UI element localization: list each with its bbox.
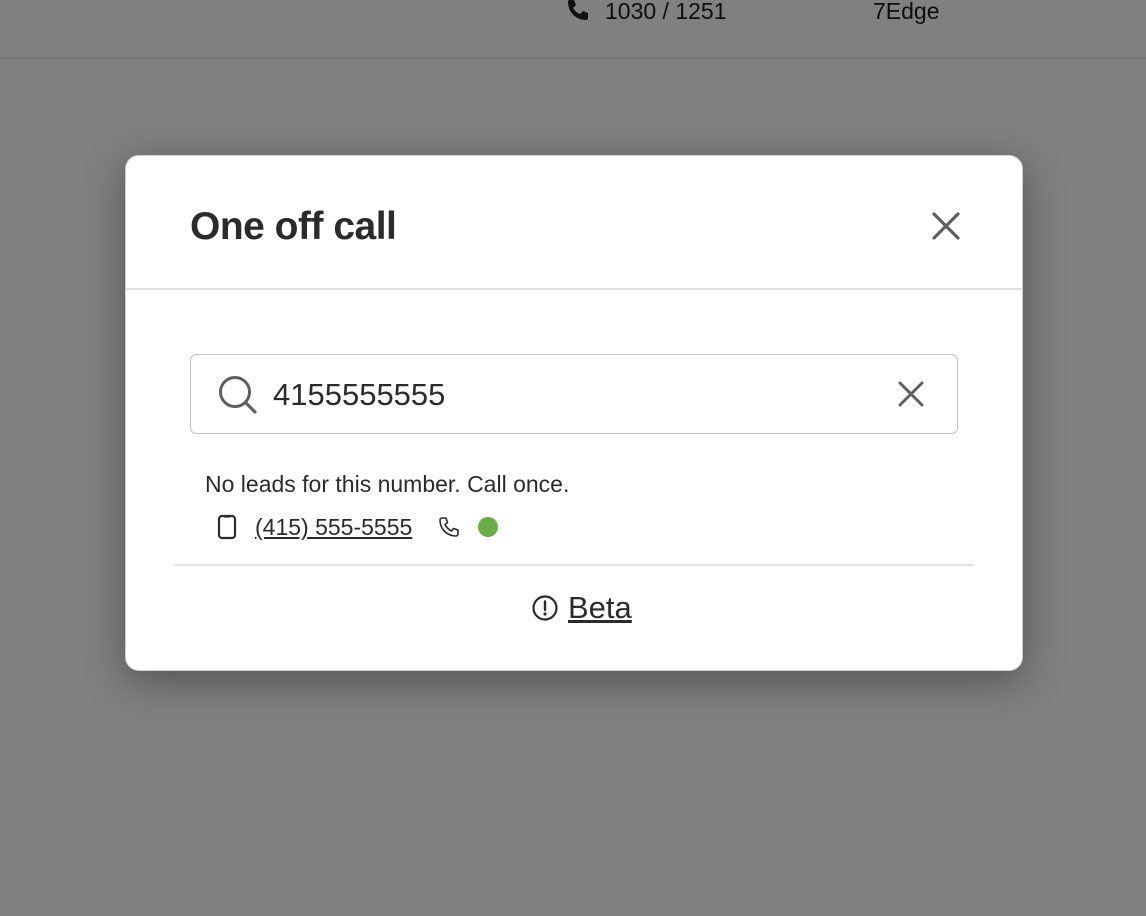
divider <box>174 564 974 566</box>
close-icon <box>898 381 924 407</box>
status-indicator-dot <box>478 517 498 537</box>
search-icon <box>219 376 257 414</box>
info-circle-icon <box>532 595 558 621</box>
close-button[interactable] <box>926 206 966 246</box>
beta-link[interactable]: Beta <box>568 588 632 628</box>
clear-search-button[interactable] <box>891 374 931 414</box>
no-leads-message: No leads for this number. Call once. <box>205 471 570 497</box>
modal-header: One off call <box>126 156 1022 290</box>
call-counts: 1030 / 1251 <box>605 0 727 24</box>
phone-icon <box>568 0 588 20</box>
organization-name: 7Edge <box>873 0 940 24</box>
mobile-phone-icon <box>217 514 237 540</box>
search-box <box>190 354 958 434</box>
phone-number-link[interactable]: (415) 555-5555 <box>255 512 412 542</box>
one-off-call-modal: One off call No leads for this number. C… <box>125 155 1023 671</box>
background-topbar: 1030 / 1251 7Edge <box>0 0 1146 59</box>
phone-icon[interactable] <box>437 515 461 539</box>
modal-title: One off call <box>190 205 397 248</box>
close-icon <box>932 212 960 240</box>
phone-search-input[interactable] <box>273 373 873 417</box>
